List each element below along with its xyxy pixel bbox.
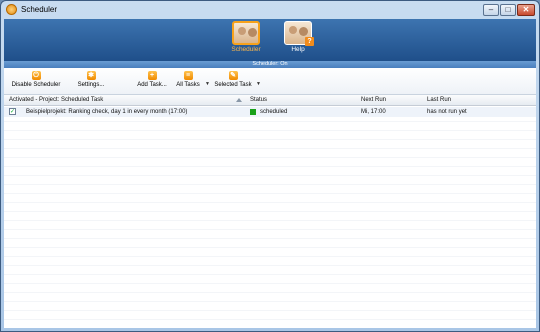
question-mark-icon: ?: [305, 37, 314, 46]
task-next-run: Mi, 17:00: [361, 109, 386, 115]
nav-scheduler-label: Scheduler: [231, 46, 261, 53]
task-activated-checkbox[interactable]: ✓: [9, 108, 16, 115]
nav-help[interactable]: ? Help: [278, 21, 318, 59]
maximize-button[interactable]: □: [500, 4, 516, 16]
list-icon: ≡: [183, 71, 193, 80]
task-table: Activated - Project: Scheduled Task Stat…: [4, 95, 536, 328]
close-button[interactable]: ✕: [517, 4, 535, 16]
table-header: Activated - Project: Scheduled Task Stat…: [4, 95, 536, 106]
help-photo-icon: ?: [284, 21, 314, 46]
column-header-task[interactable]: Activated - Project: Scheduled Task: [9, 95, 103, 105]
power-icon: ⏻: [31, 71, 41, 80]
status-indicator-icon: [250, 109, 256, 115]
task-status: scheduled: [260, 109, 288, 115]
nav-scheduler[interactable]: Scheduler: [226, 21, 266, 59]
scheduler-status-strip: Scheduler: On: [4, 61, 536, 68]
edit-task-icon: ✎: [228, 71, 238, 80]
column-header-status[interactable]: Status: [250, 95, 267, 105]
add-task-button[interactable]: + Add Task...: [135, 71, 169, 93]
disable-scheduler-label: Disable Scheduler: [11, 82, 61, 88]
scheduler-app-icon: [6, 4, 17, 15]
sort-ascending-icon: [236, 98, 242, 102]
nav-help-label: Help: [291, 46, 305, 53]
toolbar: ⏻ Disable Scheduler ✱ Settings... + Add …: [4, 68, 536, 95]
task-last-run: has not run yet: [427, 109, 467, 115]
chevron-down-icon[interactable]: ▼: [205, 81, 210, 87]
add-task-label: Add Task...: [137, 82, 167, 88]
main-content: ⏻ Disable Scheduler ✱ Settings... + Add …: [4, 68, 536, 328]
scheduler-window: Scheduler – □ ✕ Scheduler ? Help Schedul…: [0, 0, 540, 332]
title-bar[interactable]: Scheduler – □ ✕: [1, 1, 539, 19]
selected-task-label: Selected Task: [214, 82, 252, 88]
all-tasks-button[interactable]: ≡ All Tasks ▼: [174, 71, 210, 93]
selected-task-button[interactable]: ✎ Selected Task ▼: [213, 71, 261, 93]
settings-label: Settings...: [77, 82, 105, 88]
column-header-last-run[interactable]: Last Run: [427, 95, 451, 105]
column-header-next-run[interactable]: Next Run: [361, 95, 386, 105]
scheduler-photo-icon: [232, 21, 260, 45]
chevron-down-icon[interactable]: ▼: [256, 81, 261, 87]
settings-button[interactable]: ✱ Settings...: [74, 71, 108, 93]
all-tasks-label: All Tasks: [176, 82, 200, 88]
gear-icon: ✱: [86, 71, 96, 80]
navigation-banner: Scheduler ? Help: [4, 19, 536, 61]
window-title: Scheduler: [21, 5, 58, 14]
minimize-button[interactable]: –: [483, 4, 499, 16]
add-icon: +: [147, 71, 157, 80]
task-name: Beispielprojekt: Ranking check, day 1 in…: [26, 109, 188, 115]
disable-scheduler-button[interactable]: ⏻ Disable Scheduler: [8, 71, 64, 93]
table-row[interactable]: ✓ Beispielprojekt: Ranking check, day 1 …: [4, 107, 536, 117]
